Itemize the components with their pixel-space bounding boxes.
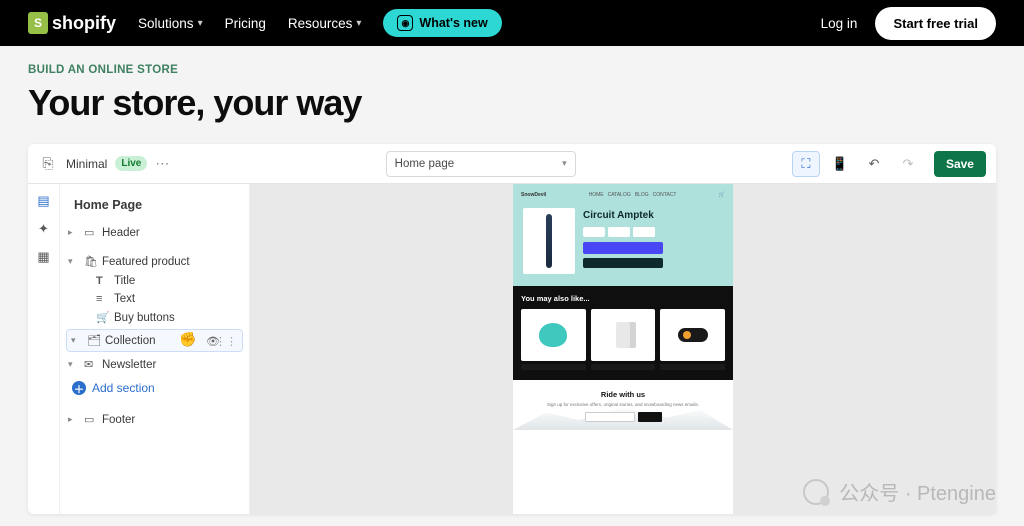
whats-new-button[interactable]: ◉ What's new: [383, 9, 501, 37]
preview-buy-now: [583, 258, 663, 268]
brand-text: shopify: [52, 13, 116, 34]
grab-cursor-icon: ✊: [179, 331, 196, 348]
shopify-logo[interactable]: S shopify: [28, 12, 116, 34]
chevron-right-icon: ▸: [68, 414, 80, 425]
preview-newsletter-title: Ride with us: [521, 390, 725, 399]
mail-icon: ✉: [84, 358, 98, 371]
fullscreen-icon[interactable]: ⛶: [792, 151, 820, 177]
store-preview-frame: SnowDevil HOMECATALOGBLOGCONTACT 🛒 Circu…: [513, 184, 733, 514]
start-free-trial-button[interactable]: Start free trial: [875, 7, 996, 40]
preview-store-name: SnowDevil: [521, 192, 546, 198]
drag-handle-icon[interactable]: ⋮⋮: [215, 335, 237, 348]
sections-tree: Home Page ▸ ▭ Header ▾ 🛍 Featured produc…: [60, 184, 250, 514]
section-newsletter[interactable]: ▾ ✉ Newsletter: [66, 354, 243, 375]
undo-icon[interactable]: ↶: [860, 151, 888, 177]
preview-newsletter-sub: Sign up for exclusive offers, original s…: [521, 402, 725, 407]
collection-icon: 🗂: [87, 334, 101, 347]
live-badge: Live: [115, 156, 147, 171]
nav-solutions[interactable]: Solutions▾: [138, 16, 203, 31]
page-selector[interactable]: Home page ▾: [386, 151, 576, 177]
preview-recommendations: You may also like...: [513, 286, 733, 380]
whats-new-icon: ◉: [397, 15, 413, 31]
apps-icon[interactable]: ▦: [35, 248, 53, 266]
text-lines-icon: ≡: [96, 293, 110, 305]
tree-heading: Home Page: [66, 194, 243, 222]
chevron-right-icon: ▸: [68, 227, 80, 238]
section-collection[interactable]: ▾ 🗂 Collection ✊ 👁 ⋮⋮: [66, 329, 243, 352]
add-section-button[interactable]: ＋ Add section: [66, 375, 243, 401]
preview-product-image: [523, 208, 575, 274]
login-link[interactable]: Log in: [821, 16, 858, 31]
wechat-icon: [803, 479, 829, 505]
eyebrow-text: BUILD AN ONLINE STORE: [28, 64, 996, 76]
mobile-preview-icon[interactable]: 📱: [826, 151, 854, 177]
chevron-down-icon: ▾: [68, 256, 80, 267]
block-title[interactable]: TTitle: [96, 272, 243, 290]
preview-canvas: SnowDevil HOMECATALOGBLOGCONTACT 🛒 Circu…: [250, 184, 996, 514]
theme-editor: ⎘ Minimal Live ⋯ Home page ▾ ⛶ 📱 ↶ ↷ Sav…: [28, 144, 996, 514]
theme-settings-icon[interactable]: ✦: [35, 220, 53, 238]
preview-newsletter: Ride with us Sign up for exclusive offer…: [513, 380, 733, 430]
chevron-down-icon: ▾: [71, 335, 83, 346]
preview-card-helmet: [521, 309, 586, 361]
section-featured-product[interactable]: ▾ 🛍 Featured product: [66, 251, 243, 272]
preview-ymal-title: You may also like...: [521, 294, 725, 303]
section-header[interactable]: ▸ ▭ Header: [66, 222, 243, 243]
product-icon: 🛍: [84, 255, 98, 268]
theme-name: Minimal: [66, 157, 107, 171]
left-tool-rail: ▤ ✦ ▦: [28, 184, 60, 514]
logo-bag-icon: S: [28, 12, 48, 34]
chevron-down-icon: ▾: [68, 359, 80, 370]
more-menu-icon[interactable]: ⋯: [155, 155, 169, 172]
preview-card-boots: [591, 309, 656, 361]
preview-card-goggles: [660, 309, 725, 361]
hero-section: BUILD AN ONLINE STORE Your store, your w…: [0, 46, 1024, 134]
preview-nav: HOMECATALOGBLOGCONTACT: [589, 192, 677, 198]
exit-editor-icon[interactable]: ⎘: [38, 154, 58, 174]
editor-toolbar: ⎘ Minimal Live ⋯ Home page ▾ ⛶ 📱 ↶ ↷ Sav…: [28, 144, 996, 184]
watermark: 公众号 · Ptengine: [803, 477, 996, 506]
chevron-down-icon: ▾: [356, 18, 361, 29]
page-title: Your store, your way: [28, 82, 996, 124]
preview-cart-icon: 🛒: [719, 192, 725, 198]
header-icon: ▭: [84, 226, 98, 239]
footer-icon: ▭: [84, 413, 98, 426]
plus-icon: ＋: [72, 381, 86, 395]
cart-icon: 🛒: [96, 311, 110, 324]
chevron-down-icon: ▾: [562, 158, 567, 169]
section-footer[interactable]: ▸ ▭ Footer: [66, 409, 243, 430]
block-text[interactable]: ≡Text: [96, 290, 243, 308]
redo-icon[interactable]: ↷: [894, 151, 922, 177]
preview-add-to-cart: [583, 242, 663, 254]
chevron-down-icon: ▾: [198, 18, 203, 29]
save-button[interactable]: Save: [934, 151, 986, 177]
top-navbar: S shopify Solutions▾ Pricing Resources▾ …: [0, 0, 1024, 46]
nav-pricing[interactable]: Pricing: [225, 16, 266, 31]
nav-resources[interactable]: Resources▾: [288, 16, 362, 31]
block-buy-buttons[interactable]: 🛒Buy buttons: [96, 308, 243, 327]
sections-tool-icon[interactable]: ▤: [35, 192, 53, 210]
text-title-icon: T: [96, 275, 110, 287]
preview-product-title: Circuit Amptek: [583, 210, 723, 221]
preview-hero: SnowDevil HOMECATALOGBLOGCONTACT 🛒 Circu…: [513, 184, 733, 286]
